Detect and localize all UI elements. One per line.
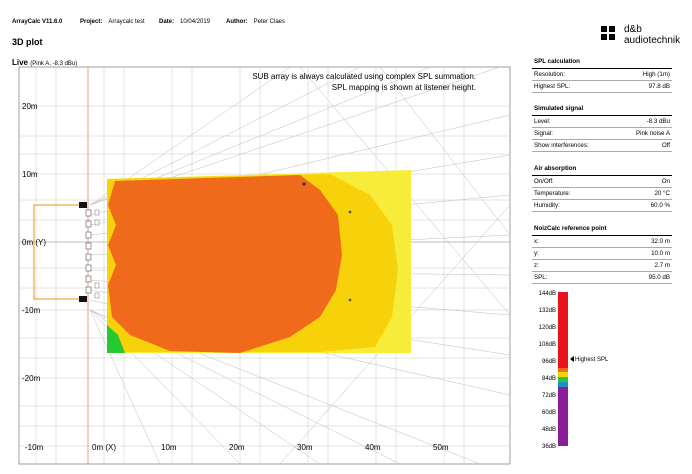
db-logo-icon: [601, 26, 615, 40]
scale-tick: 60dB: [542, 410, 556, 416]
scale-red: [558, 292, 568, 368]
air-absorption-panel: Air absorption On/Off: On Temperature: 20 …: [532, 163, 672, 212]
speaker[interactable]: [94, 209, 100, 216]
speaker[interactable]: [85, 242, 92, 250]
panel-row: Level: -8.3 dBu: [532, 116, 672, 128]
panel-row: Humidity: 60.0 %: [532, 200, 672, 212]
scale-tick: 72dB: [542, 393, 556, 399]
x-tick: 0m (X): [92, 443, 116, 452]
panel-row: On/Off: On: [532, 176, 672, 188]
spl-calculation-panel: SPL calculation Resolution: High (1m) Hig…: [532, 56, 672, 93]
panel-title: NoizCalc reference point: [532, 223, 672, 236]
scale-green: [558, 377, 568, 382]
app-version: ArrayCalc V11.6.0: [12, 19, 63, 25]
scale-tick: 132dB: [539, 308, 556, 314]
scale-tick: 48dB: [542, 427, 556, 433]
x-tick: 50m: [433, 443, 449, 452]
panel-title: SPL calculation: [532, 56, 672, 69]
scale-tick: 84dB: [542, 376, 556, 382]
speaker[interactable]: [85, 209, 92, 217]
y-tick: 10m: [22, 170, 38, 179]
speaker[interactable]: [85, 220, 92, 228]
panel-title: Simulated signal: [532, 103, 672, 116]
speaker[interactable]: [85, 264, 92, 272]
project-info: Project: Arraycalc test: [80, 19, 145, 25]
speaker[interactable]: [85, 286, 92, 294]
x-tick: 20m: [229, 443, 245, 452]
scale-tick: 96dB: [542, 359, 556, 365]
speaker[interactable]: [85, 275, 92, 283]
scale-tick: 36dB: [542, 444, 556, 450]
scale-purple: [558, 387, 568, 446]
scale-blue: [558, 382, 568, 387]
scale-yellow: [558, 372, 568, 377]
reference-point-marker[interactable]: [348, 298, 352, 302]
y-tick: -10m: [22, 306, 41, 315]
simulated-signal-panel: Simulated signal Level: -8.3 dBu Signal: P…: [532, 103, 672, 152]
panel-row: z: 2.7 m: [532, 260, 672, 272]
logo-line2: audiotechnik: [624, 35, 681, 46]
y-tick: -20m: [22, 374, 41, 383]
panel-row: Show interferences: Off: [532, 140, 672, 152]
sub-speaker[interactable]: [79, 202, 87, 208]
noizcalc-panel: NoizCalc reference point x: 32.0 m y: 10.0…: [532, 223, 672, 284]
x-tick: 10m: [161, 443, 177, 452]
sub-speaker[interactable]: [79, 296, 87, 302]
author-info: Author: Peter Claes: [226, 19, 286, 25]
panel-row: Signal: Pink noise A: [532, 128, 672, 140]
x-tick: -10m: [25, 443, 44, 452]
plot-note-2: SPL mapping is shown at listener height.: [332, 83, 476, 92]
panel-row: x: 32.0 m: [532, 236, 672, 248]
highest-spl-label: Highest SPL: [575, 357, 609, 363]
scale-tick: 144dB: [539, 291, 556, 297]
panel-row: Temperature: 20 °C: [532, 188, 672, 200]
speaker[interactable]: [94, 219, 100, 226]
speaker[interactable]: [85, 253, 92, 261]
panel-row: SPL: 95.0 dB: [532, 272, 672, 284]
scale-tick: 108dB: [539, 342, 556, 348]
scale-ticks: 144dB 132dB 120dB 108dB 96dB 84dB 72dB 6…: [539, 291, 556, 450]
speaker[interactable]: [85, 231, 92, 239]
y-tick: 0m (Y): [22, 238, 46, 247]
date-info: Date: 10/04/2019: [159, 19, 211, 25]
reference-point-marker[interactable]: [348, 210, 352, 214]
scale-tick: 120dB: [539, 325, 556, 331]
x-tick: 30m: [297, 443, 313, 452]
reference-point-marker[interactable]: [302, 182, 306, 186]
plot-note-1: SUB array is always calculated using com…: [252, 72, 476, 81]
speaker[interactable]: [94, 292, 100, 299]
y-tick: 20m: [22, 102, 38, 111]
panel-row: y: 10.0 m: [532, 248, 672, 260]
scale-orange: [558, 368, 568, 372]
panel-row: Resolution: High (1m): [532, 69, 672, 81]
panel-title: Air absorption: [532, 163, 672, 176]
logo-line1: d&b: [624, 24, 642, 35]
panel-row: Highest SPL: 97.8 dB: [532, 81, 672, 93]
highest-spl-arrow-icon: [570, 356, 574, 362]
spl-plot[interactable]: SUB array is always calculated using com…: [0, 55, 520, 474]
page-title: 3D plot: [12, 37, 43, 47]
x-tick: 40m: [365, 443, 381, 452]
company-logo: d&b audiotechnik: [600, 24, 680, 46]
speaker[interactable]: [94, 282, 100, 289]
spl-color-scale: 144dB 132dB 120dB 108dB 96dB 84dB 72dB 6…: [539, 291, 609, 450]
